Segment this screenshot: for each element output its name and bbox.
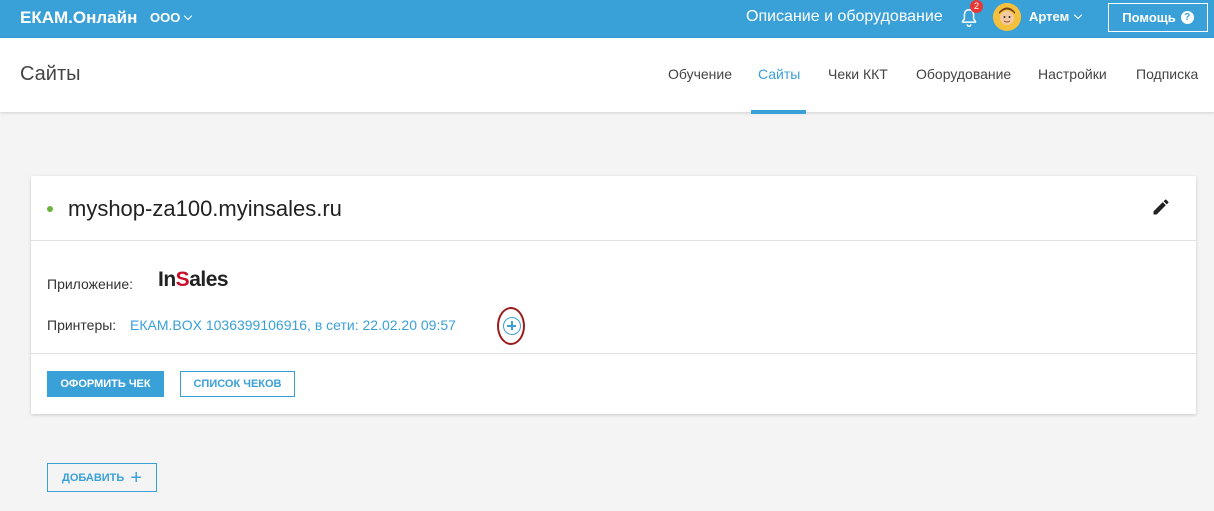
user-menu[interactable]: Артем bbox=[1029, 9, 1083, 24]
active-tab-indicator bbox=[751, 110, 806, 114]
divider bbox=[31, 240, 1196, 241]
tab-subscription[interactable]: Подписка bbox=[1136, 66, 1198, 82]
org-name: ООО bbox=[150, 10, 181, 25]
printers-label: Принтеры: bbox=[47, 317, 117, 333]
add-printer-button[interactable] bbox=[497, 307, 525, 345]
plus-icon: + bbox=[130, 466, 142, 489]
logo-s: S bbox=[175, 268, 190, 291]
site-name: myshop-za100.myinsales.ru bbox=[68, 196, 342, 221]
chevron-down-icon bbox=[184, 11, 193, 20]
online-status-dot bbox=[47, 206, 53, 212]
question-icon: ? bbox=[1180, 11, 1194, 24]
user-name: Артем bbox=[1029, 9, 1070, 24]
brand-logo[interactable]: ЕКАМ.Онлайн bbox=[20, 8, 137, 28]
site-card: myshop-za100.myinsales.ru Приложение: In… bbox=[31, 176, 1196, 414]
tab-sites[interactable]: Сайты bbox=[758, 66, 800, 82]
receipts-list-button[interactable]: СПИСОК ЧЕКОВ bbox=[180, 371, 295, 397]
chevron-down-icon bbox=[1073, 10, 1083, 19]
org-selector[interactable]: ООО bbox=[150, 10, 193, 25]
divider bbox=[31, 353, 1196, 354]
avatar-face-icon bbox=[993, 3, 1021, 31]
help-label: Помощь bbox=[1122, 10, 1176, 25]
printer-link[interactable]: ЕКАМ.BOX 1036399106916, в сети: 22.02.20… bbox=[130, 317, 456, 333]
avatar[interactable] bbox=[993, 3, 1021, 31]
add-site-button[interactable]: ДОБАВИТЬ + bbox=[47, 463, 157, 492]
description-equipment-link[interactable]: Описание и оборудование bbox=[746, 8, 943, 26]
plus-circle-icon bbox=[503, 317, 521, 335]
tab-kkt-receipts[interactable]: Чеки ККТ bbox=[828, 66, 888, 82]
add-label: ДОБАВИТЬ bbox=[62, 471, 125, 484]
tab-training[interactable]: Обучение bbox=[668, 66, 732, 82]
page-header: Сайты Обучение Сайты Чеки ККТ Оборудован… bbox=[0, 38, 1214, 114]
tab-settings[interactable]: Настройки bbox=[1038, 66, 1107, 82]
help-button[interactable]: Помощь ? bbox=[1108, 3, 1208, 32]
notification-badge: 2 bbox=[970, 0, 983, 13]
insales-logo: InSales bbox=[158, 268, 229, 292]
logo-suffix: ales bbox=[189, 268, 229, 291]
logo-prefix: In bbox=[158, 268, 176, 291]
page-title: Сайты bbox=[20, 63, 81, 85]
app-label: Приложение: bbox=[47, 276, 134, 292]
tab-equipment[interactable]: Оборудование bbox=[916, 66, 1011, 82]
pencil-icon[interactable] bbox=[1151, 197, 1171, 217]
top-bar: ЕКАМ.Онлайн ООО Описание и оборудование … bbox=[0, 0, 1214, 38]
issue-receipt-button[interactable]: ОФОРМИТЬ ЧЕК bbox=[47, 371, 164, 397]
